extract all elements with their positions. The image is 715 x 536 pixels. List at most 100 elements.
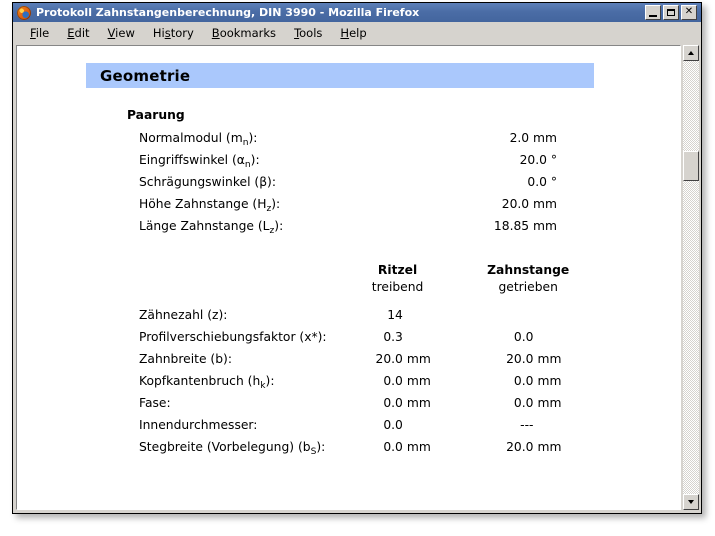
gears-label-innendurchmesser: Innendurchmesser: [127,418,347,440]
gears-header-row: Ritzel Zahnstange [127,263,579,280]
gears-col1-subtitle: treibend [347,280,449,308]
table-row: Profilverschiebungsfaktor (x*): 0.3 0.0 [127,330,579,352]
pairing-section: Paarung Normalmodul (mn): 2.0 mm Eingrif… [127,108,572,462]
gears-c2-unit-fase: mm [537,396,579,418]
pairing-label-normalmodul: Normalmodul (mn): [127,131,347,153]
menu-item-file[interactable]: File [21,24,58,42]
gears-c1-unit-stegbreite: mm [407,440,448,462]
gears-label-kopfkantenbruch: Kopfkantenbruch (hk): [127,374,347,396]
gears-c1-num-kopfkantenbruch: 0.0 [347,374,407,396]
gears-c1-num-zahnbreite: 20.0 [347,352,407,374]
pairing-label-hoehe-zahnstange: Höhe Zahnstange (Hz): [127,197,347,219]
table-row: Länge Zahnstange (Lz): 18.85 mm [127,219,567,241]
menu-item-help[interactable]: Help [331,24,375,42]
pairing-value-schraegungswinkel: 0.0 ° [347,175,567,197]
gears-gap [448,352,477,374]
scrollbar-thumb[interactable] [683,151,699,181]
gears-c2-num-zaehnezahl [477,308,537,330]
pairing-label-eingriffswinkel: Eingriffswinkel (αn): [127,153,347,175]
gears-c2-unit-profilverschiebungsfaktor [537,330,579,352]
gears-label-fase: Fase: [127,396,347,418]
table-row: Höhe Zahnstange (Hz): 20.0 mm [127,197,567,219]
menu-label-bookmarks-rest: ookmarks [220,26,276,40]
gears-c1-unit-profilverschiebungsfaktor [407,330,448,352]
pairing-label-laenge-zahnstange: Länge Zahnstange (Lz): [127,219,347,241]
table-row: Fase: 0.0 mm 0.0 mm [127,396,579,418]
gears-label-profilverschiebungsfaktor: Profilverschiebungsfaktor (x*): [127,330,347,352]
gears-c2-num-kopfkantenbruch: 0.0 [477,374,537,396]
gears-c1-unit-kopfkantenbruch: mm [407,374,448,396]
gears-c2-unit-stegbreite: mm [537,440,579,462]
page-frame: Geometrie Paarung Normalmodul (mn): 2.0 … [16,45,681,510]
menu-item-tools[interactable]: Tools [285,24,331,42]
pairing-value-eingriffswinkel: 20.0 ° [347,153,567,175]
gears-c1-num-fase: 0.0 [347,396,407,418]
table-row: Zähnezahl (z): 14 [127,308,579,330]
scroll-up-button[interactable] [683,45,699,61]
menu-label-help-rest: elp [349,26,367,40]
gears-c2-unit-kopfkantenbruch: mm [537,374,579,396]
window-title: Protokoll Zahnstangenberechnung, DIN 399… [36,3,645,22]
table-row: Zahnbreite (b): 20.0 mm 20.0 mm [127,352,579,374]
section-banner-geometrie: Geometrie [86,63,594,88]
close-button[interactable]: ✕ [681,5,697,20]
scrollbar-track[interactable] [683,61,699,494]
table-row: Innendurchmesser: 0.0 --- [127,418,579,440]
menu-label-file-rest: ile [36,26,49,40]
gears-c1-unit-innendurchmesser [407,418,448,440]
gears-c2-num-profilverschiebungsfaktor: 0.0 [477,330,537,352]
browser-window: Protokoll Zahnstangenberechnung, DIN 399… [12,2,702,514]
gears-c2-unit-zahnbreite: mm [537,352,579,374]
browser-body: Geometrie Paarung Normalmodul (mn): 2.0 … [13,43,701,513]
gears-label-zahnbreite: Zahnbreite (b): [127,352,347,374]
scroll-down-arrow-icon [688,500,694,504]
gears-gap [448,330,477,352]
table-row: Schrägungswinkel (β): 0.0 ° [127,175,567,197]
gears-c2-num-innendurchmesser: --- [477,418,537,440]
gears-table: Ritzel Zahnstange treibend getrieben [127,263,579,462]
firefox-icon [17,6,31,20]
gears-gap [448,308,477,330]
pairing-label-schraegungswinkel: Schrägungswinkel (β): [127,175,347,197]
vertical-scrollbar[interactable] [683,45,699,510]
gears-label-stegbreite: Stegbreite (Vorbelegung) (bS): [127,440,347,462]
pairing-table: Normalmodul (mn): 2.0 mm Eingriffswinkel… [127,131,567,241]
gears-gap [448,374,477,396]
protocol-document: Geometrie Paarung Normalmodul (mn): 2.0 … [17,63,680,462]
menu-item-bookmarks[interactable]: Bookmarks [203,24,285,42]
minimize-button[interactable] [645,5,661,20]
gears-c2-unit-innendurchmesser [537,418,579,440]
maximize-icon [667,9,675,16]
menu-label-view-rest: iew [115,26,135,40]
gears-label-zaehnezahl: Zähnezahl (z): [127,308,347,330]
gears-header-gap [448,263,477,280]
menu-item-edit[interactable]: Edit [58,24,98,42]
gears-c1-num-innendurchmesser: 0.0 [347,418,407,440]
menu-item-history[interactable]: History [144,24,203,42]
maximize-button[interactable] [663,5,679,20]
table-row: Stegbreite (Vorbelegung) (bS): 0.0 mm 20… [127,440,579,462]
gears-col2-title: Zahnstange [477,263,579,280]
pairing-value-hoehe-zahnstange: 20.0 mm [347,197,567,219]
title-bar[interactable]: Protokoll Zahnstangenberechnung, DIN 399… [13,3,701,22]
gears-c1-unit-fase: mm [407,396,448,418]
scroll-down-button[interactable] [683,494,699,510]
gears-col2-subtitle: getrieben [477,280,579,308]
gears-c2-unit-zaehnezahl [537,308,579,330]
gears-gap [448,418,477,440]
gears-gap [448,440,477,462]
menu-bar: File Edit View History Bookmarks Tools H… [13,22,701,43]
pairing-value-normalmodul: 2.0 mm [347,131,567,153]
window-controls: ✕ [645,5,697,20]
menu-item-view[interactable]: View [99,24,144,42]
menu-label-edit-rest: dit [75,26,90,40]
gears-c2-num-fase: 0.0 [477,396,537,418]
table-row: Normalmodul (mn): 2.0 mm [127,131,567,153]
page-title: Geometrie [100,67,190,85]
minimize-icon [649,15,657,17]
scroll-up-arrow-icon [688,51,694,55]
table-row: Kopfkantenbruch (hk): 0.0 mm 0.0 mm [127,374,579,396]
gears-c1-num-stegbreite: 0.0 [347,440,407,462]
gears-c2-num-stegbreite: 20.0 [477,440,537,462]
gears-gap [448,396,477,418]
